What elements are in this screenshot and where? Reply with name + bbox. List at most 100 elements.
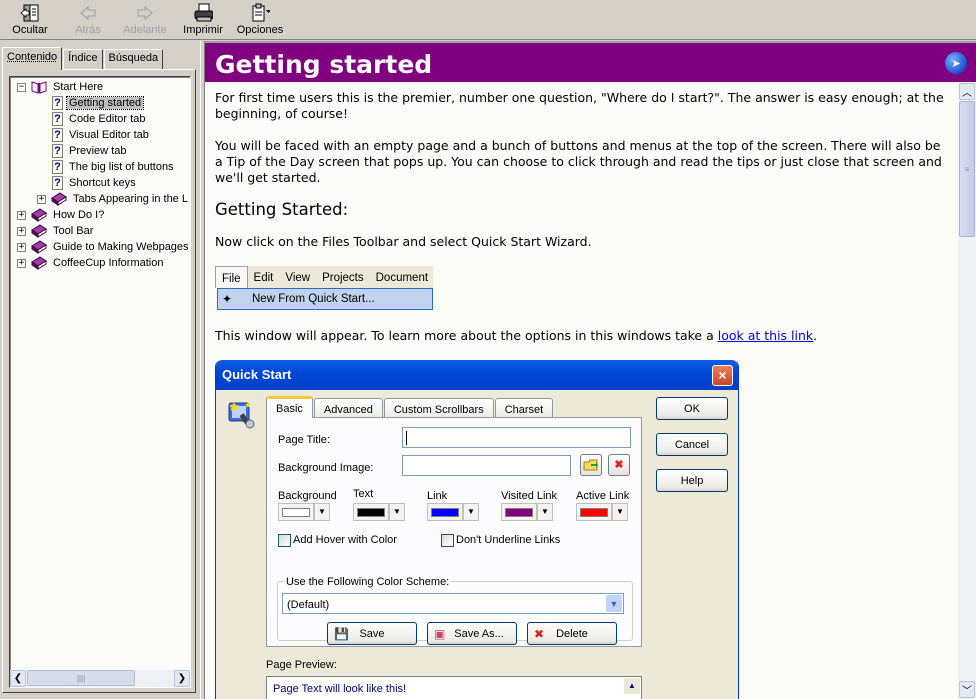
- help-topic-icon: ?: [52, 96, 63, 110]
- printer-icon: [193, 3, 213, 23]
- dialog-tab-basic: Basic: [266, 396, 313, 418]
- hide-label: Ocultar: [12, 24, 48, 36]
- delete-scheme-button: ✖ Delete: [527, 622, 617, 645]
- color-swatch: [282, 507, 310, 517]
- intro-paragraph: For first time users this is the premier…: [215, 90, 944, 121]
- page-title: Getting started: [215, 50, 433, 79]
- color-label-background: Background: [278, 490, 337, 502]
- tree-item-shortcut-keys[interactable]: ? Shortcut keys: [52, 175, 138, 191]
- tree-item-big-list-of-buttons[interactable]: ? The big list of buttons: [52, 159, 176, 175]
- tree-label: Getting started: [65, 96, 145, 110]
- dropdown-arrow-icon: ▼: [389, 503, 405, 521]
- expand-icon[interactable]: +: [17, 226, 26, 236]
- expand-icon[interactable]: +: [17, 258, 26, 268]
- open-book-icon: [31, 81, 47, 94]
- page-preview-label: Page Preview:: [266, 659, 337, 671]
- checkbox-box: [441, 533, 454, 547]
- tree-book-how-do-i[interactable]: + How Do I?: [17, 207, 106, 223]
- tree-item-preview-tab[interactable]: ? Preview tab: [52, 143, 128, 159]
- window-paragraph: This window will appear. To learn more a…: [215, 328, 947, 344]
- background-image-field: [402, 455, 571, 476]
- menu-file: File: [215, 266, 248, 288]
- page-title-label: Page Title:: [278, 434, 330, 446]
- tree-book-start-here[interactable]: − Start Here: [17, 79, 105, 95]
- expand-icon[interactable]: +: [17, 210, 26, 220]
- dialog-tab-charset: Charset: [494, 398, 554, 418]
- visited-link-color-picker: ▼: [501, 503, 553, 521]
- closed-book-icon: [31, 256, 47, 270]
- color-swatch: [505, 507, 533, 517]
- help-topic-icon: ?: [52, 128, 63, 142]
- tree-label: The big list of buttons: [69, 161, 174, 173]
- hide-button[interactable]: Ocultar: [10, 0, 50, 40]
- scroll-up-arrow-icon: ▲: [624, 678, 640, 694]
- help-topic-icon: ?: [52, 176, 63, 190]
- color-scheme-value: (Default): [287, 599, 330, 611]
- active-link-color-picker: ▼: [576, 503, 628, 521]
- instruction-paragraph: Now click on the Files Toolbar and selec…: [215, 234, 592, 249]
- back-button[interactable]: Atrás: [70, 0, 106, 40]
- contents-panel: − Start Here ? Getting started ? Code Ed…: [2, 69, 196, 693]
- help-topic-icon: ?: [52, 112, 63, 126]
- save-scheme-button: 💾 Save: [327, 622, 417, 645]
- tree-item-getting-started[interactable]: ? Getting started: [52, 95, 145, 111]
- dialog-title: Quick Start: [222, 367, 292, 382]
- scrollbar-thumb[interactable]: ≡: [959, 101, 975, 237]
- tree-label: Tabs Appearing in the L: [73, 193, 188, 205]
- preview-text: Page Text will look like this!: [273, 683, 407, 695]
- toolbar: Ocultar Atrás Adelante Imprimir Opciones: [0, 0, 976, 40]
- content-vertical-scrollbar[interactable]: ︿ ≡ ﹀: [958, 82, 976, 699]
- dropdown-arrow-icon: ▼: [537, 503, 553, 521]
- button-label: Save: [359, 627, 385, 640]
- clear-x-icon: ✖: [608, 454, 630, 476]
- color-label-text: Text: [353, 488, 374, 500]
- color-swatch: [357, 507, 385, 517]
- tab-index[interactable]: Índice: [63, 49, 103, 69]
- tree-book-coffeecup-info[interactable]: + CoffeeCup Information: [17, 255, 165, 271]
- collapse-icon[interactable]: −: [17, 82, 26, 92]
- empty-page-paragraph: You will be faced with an empty page and…: [215, 138, 942, 185]
- tab-index-label: Índice: [68, 52, 98, 64]
- scroll-down-icon[interactable]: ﹀: [959, 681, 975, 698]
- ok-button: OK: [656, 397, 728, 420]
- menu-bar: File Edit View Projects Document: [215, 266, 433, 288]
- dropdown-arrow-icon: ▼: [463, 503, 479, 521]
- tree-book-tabs-appearing[interactable]: + Tabs Appearing in the L: [37, 191, 190, 207]
- dialog-tab-custom-scrollbars: Custom Scrollbars: [383, 398, 494, 418]
- tab-contents-label: Contenido: [7, 51, 58, 63]
- print-button[interactable]: Imprimir: [182, 0, 224, 40]
- tree-label: Shortcut keys: [69, 177, 136, 189]
- scroll-right-icon[interactable]: ❯: [174, 670, 190, 687]
- tree-label: Preview tab: [69, 145, 127, 157]
- tree-label: Start Here: [53, 81, 104, 93]
- chevron-down-icon: ▼: [606, 595, 622, 612]
- help-topic-icon: ?: [52, 144, 63, 158]
- nav-tabs: Contenido Índice Búsqueda: [2, 47, 164, 70]
- forward-button[interactable]: Adelante: [120, 0, 170, 40]
- tree-book-tool-bar[interactable]: + Tool Bar: [17, 223, 95, 239]
- tree-horizontal-scrollbar[interactable]: ❮ |||| ❯: [10, 670, 190, 687]
- options-icon: [250, 3, 270, 23]
- next-topic-icon[interactable]: ➤: [945, 52, 967, 74]
- expand-icon[interactable]: +: [17, 242, 26, 252]
- tree-book-guide[interactable]: + Guide to Making Webpages: [17, 239, 190, 255]
- color-scheme-label: Use the Following Color Scheme:: [284, 574, 452, 590]
- scroll-up-icon[interactable]: ︿: [959, 83, 975, 100]
- tree-label: Guide to Making Webpages: [53, 241, 189, 253]
- tree-label: CoffeeCup Information: [53, 257, 164, 269]
- tab-search[interactable]: Búsqueda: [103, 49, 164, 69]
- expand-icon[interactable]: +: [37, 194, 46, 204]
- scrollbar-thumb[interactable]: ||||: [27, 670, 135, 686]
- dialog-title-bar: Quick Start ×: [216, 360, 738, 390]
- options-button[interactable]: Opciones: [234, 0, 286, 40]
- scroll-left-icon[interactable]: ❮: [10, 670, 26, 687]
- tab-contents[interactable]: Contenido: [2, 47, 63, 70]
- color-scheme-group: Use the Following Color Scheme: (Default…: [277, 574, 633, 645]
- tree-item-visual-editor-tab[interactable]: ? Visual Editor tab: [52, 127, 151, 143]
- look-at-this-link[interactable]: look at this link: [718, 328, 813, 343]
- help-topic-icon: ?: [52, 160, 63, 174]
- window-paragraph-end: .: [813, 328, 818, 343]
- browse-folder-icon: [580, 454, 602, 476]
- tree-item-code-editor-tab[interactable]: ? Code Editor tab: [52, 111, 147, 127]
- back-arrow-icon: [78, 3, 98, 23]
